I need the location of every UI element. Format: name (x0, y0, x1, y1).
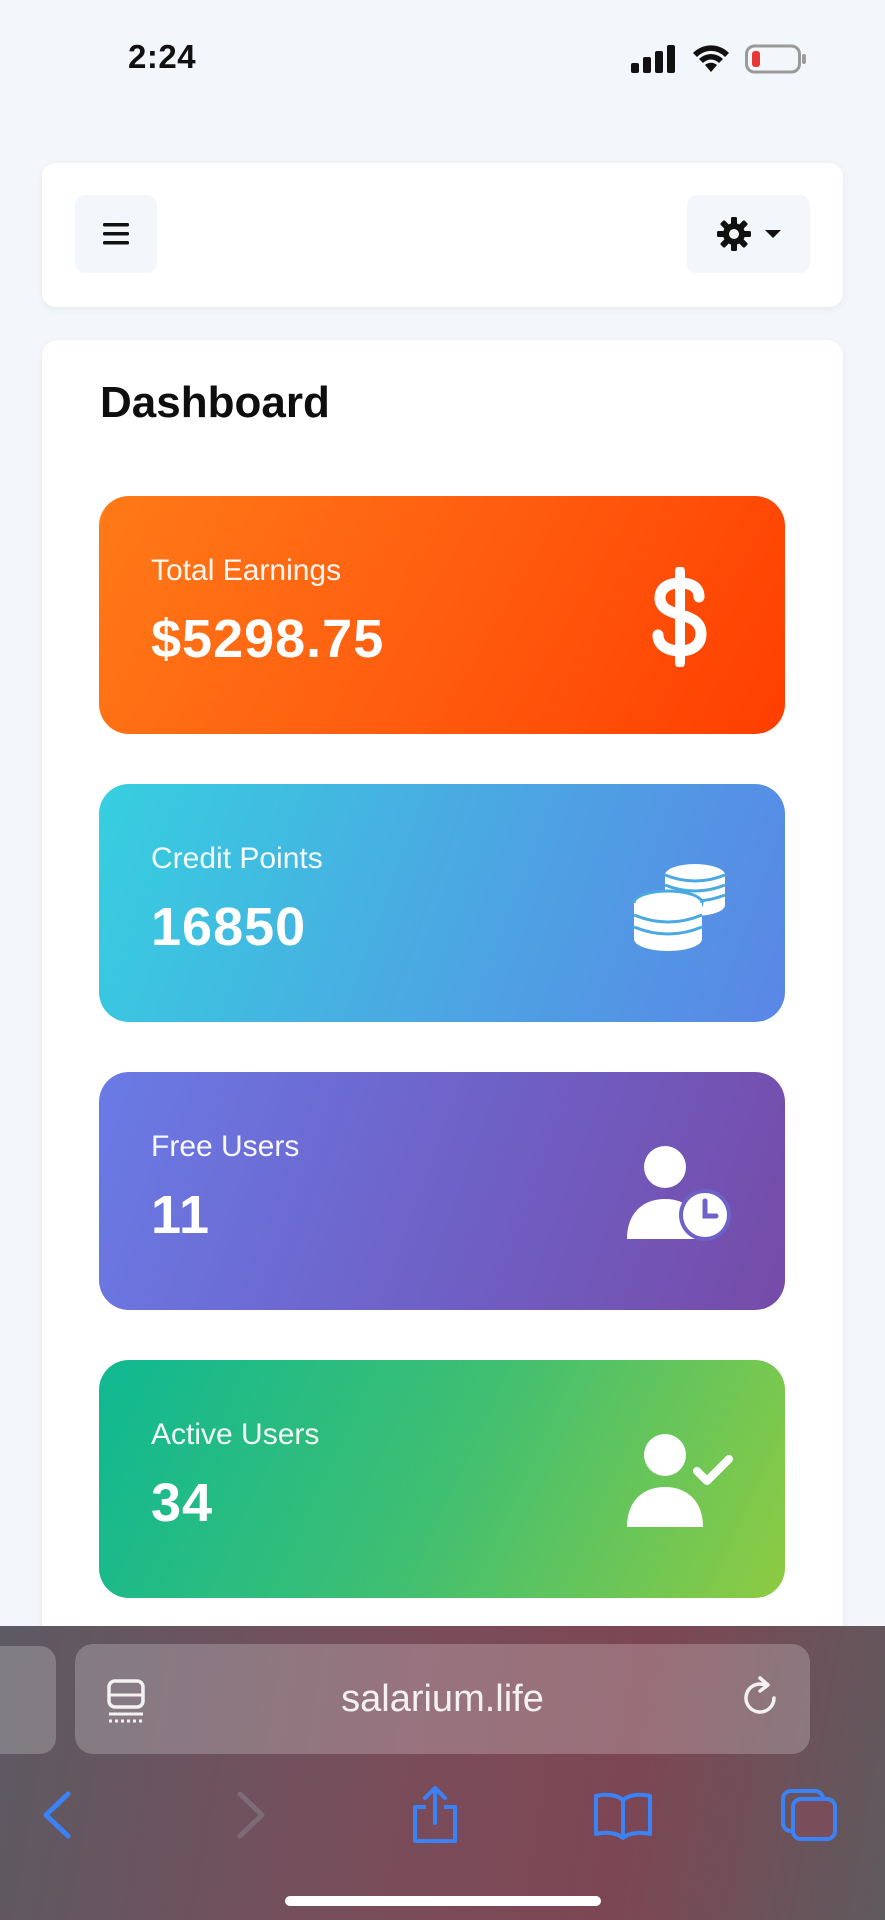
url-text[interactable]: salarium.life (75, 1678, 810, 1721)
home-indicator (285, 1896, 601, 1906)
coins-icon (625, 850, 735, 960)
stat-value: 16850 (151, 897, 307, 957)
address-bar[interactable]: salarium.life (75, 1644, 810, 1754)
stat-label: Credit Points (151, 842, 323, 875)
bookmarks-button[interactable] (588, 1780, 658, 1850)
browser-toolbar (0, 1774, 885, 1854)
user-check-icon (625, 1426, 735, 1536)
screen: 2:24 Dashboard Total Earnings $5298.75 C… (0, 0, 885, 1920)
previous-tab-preview[interactable] (0, 1646, 56, 1754)
settings-dropdown-button[interactable] (687, 195, 810, 273)
battery-low-icon (745, 44, 806, 74)
dollar-icon (625, 562, 735, 672)
share-icon (413, 1786, 457, 1843)
stat-label: Active Users (151, 1418, 320, 1451)
free-users-card[interactable]: Free Users 11 (99, 1072, 785, 1310)
caret-down-icon (764, 230, 781, 238)
forward-icon (237, 1791, 265, 1839)
reload-icon[interactable] (738, 1676, 782, 1720)
status-icons (631, 44, 807, 74)
cellular-signal-icon (631, 45, 675, 73)
stat-value: $5298.75 (151, 609, 385, 669)
stat-value: 11 (151, 1185, 211, 1245)
tabs-icon (781, 1789, 837, 1841)
stat-label: Free Users (151, 1130, 300, 1163)
gear-icon (716, 217, 751, 251)
top-nav-card (42, 163, 843, 307)
total-earnings-card[interactable]: Total Earnings $5298.75 (99, 496, 785, 734)
credit-points-card[interactable]: Credit Points 16850 (99, 784, 785, 1022)
bookmarks-icon (594, 1792, 652, 1840)
status-time: 2:24 (128, 38, 197, 75)
active-users-card[interactable]: Active Users 34 (99, 1360, 785, 1598)
back-icon (43, 1791, 71, 1839)
wifi-icon (693, 45, 729, 72)
menu-button[interactable] (75, 195, 157, 273)
stat-value: 34 (151, 1473, 214, 1533)
user-clock-icon (625, 1138, 735, 1248)
status-bar: 2:24 (0, 0, 885, 110)
share-button[interactable] (400, 1780, 470, 1850)
dashboard-panel: Dashboard Total Earnings $5298.75 Credit… (42, 340, 843, 1660)
tabs-button[interactable] (774, 1780, 844, 1850)
hamburger-icon (103, 223, 129, 245)
page-title: Dashboard (100, 378, 330, 427)
back-button[interactable] (22, 1780, 92, 1850)
stat-label: Total Earnings (151, 554, 342, 587)
forward-button[interactable] (216, 1780, 286, 1850)
browser-bottom-bar: salarium.life (0, 1626, 885, 1920)
